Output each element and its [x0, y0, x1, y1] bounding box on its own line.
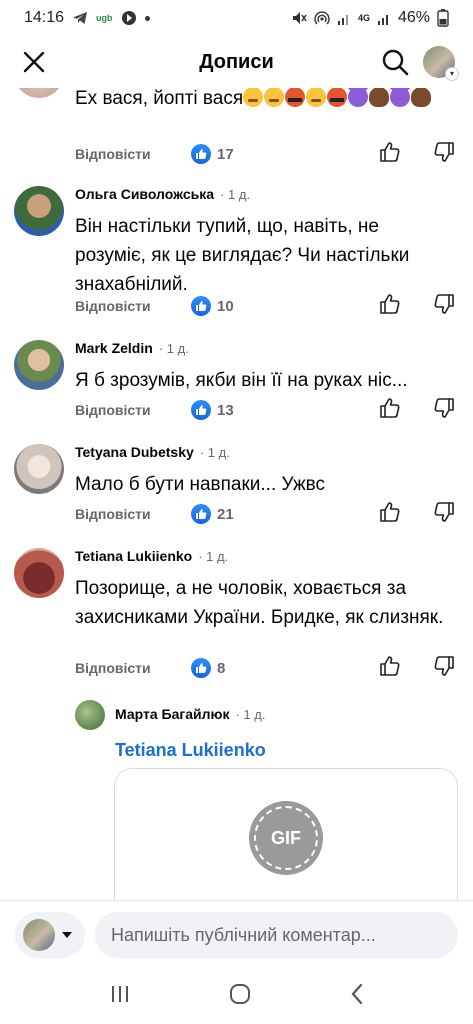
identity-switcher[interactable] — [15, 911, 85, 958]
top-app-bar: Дописи ▾ — [0, 36, 473, 88]
comment-text: Він настільки тупий, що, навіть, не розу… — [75, 216, 410, 295]
comment-text: Ех вася, йопті вася — [75, 88, 455, 113]
dislike-icon[interactable] — [433, 293, 455, 320]
comment-composer: Напишіть публічний коментар... — [0, 900, 473, 968]
gif-attachment[interactable]: GIF — [114, 768, 458, 900]
comment-input[interactable]: Напишіть публічний коментар... — [95, 911, 458, 958]
poop-emoji-icon — [369, 88, 390, 107]
avatar[interactable] — [14, 340, 64, 390]
tired-emoji-icon — [306, 88, 327, 107]
comment-author[interactable]: Tetiana Lukiienko — [75, 548, 192, 564]
angry-emoji-icon — [285, 88, 306, 107]
devil-emoji-icon — [390, 88, 411, 107]
avatar[interactable] — [14, 88, 64, 98]
reply-button[interactable]: Відповісти — [75, 402, 191, 418]
comment-text: Мало б бути навпаки... Ужвс — [75, 474, 326, 495]
avatar[interactable] — [14, 444, 64, 494]
like-count: 21 — [191, 504, 234, 524]
close-icon[interactable] — [18, 46, 50, 78]
avatar[interactable] — [14, 548, 64, 598]
reply-button[interactable]: Відповісти — [75, 146, 191, 162]
reply-button[interactable]: Відповісти — [75, 660, 191, 676]
telegram-icon — [72, 10, 88, 26]
comment-author[interactable]: Tetyana Dubetsky — [75, 444, 194, 460]
avatar — [23, 918, 55, 951]
status-time: 14:16 — [24, 9, 65, 26]
status-bar: 14:16 ugb 4G 46% — [0, 0, 473, 36]
hotspot-icon — [314, 10, 330, 26]
emoji-row — [243, 88, 432, 109]
avatar[interactable] — [75, 700, 105, 730]
like-count: 10 — [191, 296, 234, 316]
angry-emoji-icon — [327, 88, 348, 107]
comment-time: · 1 д. — [220, 187, 251, 202]
reply-button[interactable]: Відповісти — [75, 298, 191, 314]
dislike-icon[interactable] — [433, 397, 455, 424]
like-icon[interactable] — [379, 293, 401, 320]
comment-actions: Відповісти 13 — [75, 397, 455, 424]
like-icon[interactable] — [379, 397, 401, 424]
reply-author[interactable]: Марта Багайлюк — [115, 706, 229, 722]
search-icon[interactable] — [379, 46, 411, 78]
poop-emoji-icon — [411, 88, 432, 107]
dislike-icon[interactable] — [433, 655, 455, 682]
carrier-badge: ugb — [96, 12, 113, 23]
like-badge-icon — [191, 296, 211, 316]
battery-percent: 46% — [397, 9, 430, 26]
tired-emoji-icon — [243, 88, 264, 107]
caret-down-icon — [61, 926, 73, 944]
like-icon[interactable] — [379, 655, 401, 682]
comment-text: Я б зрозумів, якби він її на руках ніс..… — [75, 370, 408, 391]
tired-emoji-icon — [264, 88, 285, 107]
comment-actions: Відповісти 10 — [75, 293, 455, 320]
avatar[interactable] — [14, 186, 64, 236]
like-count: 8 — [191, 658, 225, 678]
signal-icon — [337, 11, 351, 25]
comment-actions: Відповісти 21 — [75, 501, 455, 528]
comment-author[interactable]: Ольга Сиволожська — [75, 186, 214, 202]
comment-time: · 1 д. — [198, 549, 229, 564]
devil-emoji-icon — [348, 88, 369, 107]
like-icon[interactable] — [379, 501, 401, 528]
comment-text: Позорище, а не чоловік, ховається за зах… — [75, 578, 444, 628]
dislike-icon[interactable] — [433, 141, 455, 168]
like-count: 13 — [191, 400, 234, 420]
gif-icon: GIF — [249, 801, 323, 875]
home-icon[interactable] — [229, 983, 251, 1010]
like-badge-icon — [191, 144, 211, 164]
battery-icon — [437, 9, 449, 27]
like-badge-icon — [191, 658, 211, 678]
mute-icon — [291, 10, 307, 26]
like-badge-icon — [191, 400, 211, 420]
comment-time: · 1 д. — [158, 341, 189, 356]
like-badge-icon — [191, 504, 211, 524]
comment-time: · 1 д. — [199, 445, 230, 460]
reply-button[interactable]: Відповісти — [75, 506, 191, 522]
back-icon[interactable] — [350, 983, 364, 1010]
reply-time: · 1 д. — [235, 707, 266, 722]
chevron-down-icon: ▾ — [445, 67, 459, 81]
system-nav-bar — [0, 968, 473, 1024]
dislike-icon[interactable] — [433, 501, 455, 528]
recent-apps-icon[interactable] — [109, 984, 131, 1009]
profile-avatar-button[interactable]: ▾ — [423, 46, 459, 81]
like-count: 17 — [191, 144, 234, 164]
comment-actions: Відповісти 8 — [75, 655, 455, 682]
comment-actions: Відповісти 17 — [75, 141, 455, 168]
like-icon[interactable] — [379, 141, 401, 168]
notification-dot — [144, 15, 150, 21]
reply-mention-link[interactable]: Tetiana Lukiienko — [115, 740, 266, 761]
comments-list[interactable]: Ех вася, йопті вася Відповісти 17 Ольга … — [0, 88, 473, 900]
signal-icon-2 — [377, 11, 391, 25]
comment-author[interactable]: Mark Zeldin — [75, 340, 153, 356]
network-label: 4G — [357, 13, 370, 23]
app-icon — [121, 10, 137, 26]
